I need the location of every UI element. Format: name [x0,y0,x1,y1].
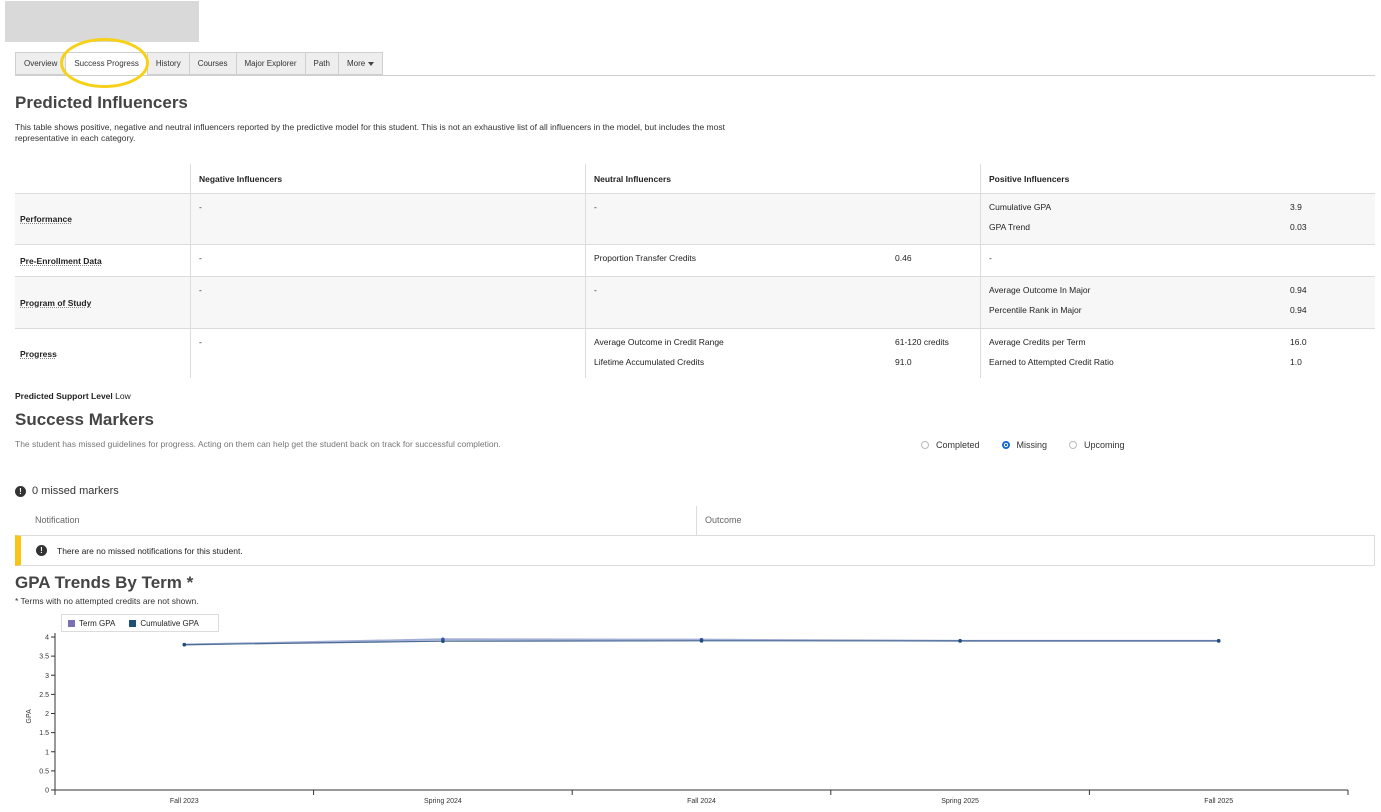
gpa-footnote: * Terms with no attempted credits are no… [15,596,199,606]
category-label: Progress [20,348,57,359]
negative-cell: - [191,194,586,244]
header-blank [15,164,191,193]
radio-icon[interactable] [1069,441,1078,449]
category-performance[interactable]: Performance [15,194,191,244]
y-axis-label: GPA [26,709,33,724]
success-markers-description: The student has missed guidelines for pr… [15,439,501,449]
category-label: Performance [20,214,72,224]
positive-cell: Average Credits per Term 16.0 Earned to A… [989,337,1307,367]
tab-more[interactable]: More [337,52,384,75]
neutral-cell: Proportion Transfer Credits 0.46 [586,245,981,276]
y-tick-label: 3.5 [39,654,49,661]
radio-icon[interactable] [921,441,929,449]
table-row: Pre-Enrollment Data - Proportion Transfe… [15,244,1375,276]
negative-cell: - [191,329,586,378]
support-level-value: Low [115,391,131,401]
y-tick-label: 2 [45,711,49,718]
legend-label: Term GPA [79,618,116,628]
x-tick-label: Fall 2024 [687,798,716,805]
caret-down-icon [368,61,375,66]
filter-label: Missing [1016,440,1048,450]
missed-markers-count: ! 0 missed markers [15,485,119,497]
data-point [958,639,962,643]
legend-label: Cumulative GPA [140,618,199,628]
notification-table-header: Notification Outcome [15,506,1375,535]
gpa-line-chart: 0 0.5 1 1.5 2 2.5 3 3.5 4 GPA Fall 2023 Spring 2024… [26,633,1349,805]
x-tick-label: Fall 2023 [170,798,199,805]
legend-swatch [68,619,75,627]
y-tick-label: 0.5 [39,768,49,775]
alert-icon: ! [36,545,47,556]
category-label: Pre-Enrollment Data [20,255,102,266]
missed-markers-text: 0 missed markers [32,485,119,497]
empty-notification-message: There are no missed notifications for th… [57,545,243,556]
legend-swatch [129,619,137,627]
empty-notification-banner: ! There are no missed notifications for … [15,535,1375,566]
x-tick-label: Spring 2024 [424,798,462,805]
data-point [441,639,445,644]
negative-cell: - [191,277,586,328]
predicted-support-level: Predicted Support Level Low [15,391,131,401]
tab-path[interactable]: Path [304,52,338,75]
highlight-annotation [60,38,149,88]
success-markers-title: Success Markers [15,410,154,429]
tab-divider [15,75,1375,76]
category-label: Program of Study [20,297,92,308]
predicted-influencers-title: Predicted Influencers [15,93,188,112]
tab-more-label: More [346,59,366,68]
tab-history[interactable]: History [146,52,189,75]
filter-label: Upcoming [1084,440,1125,450]
neutral-cell: - [586,194,981,244]
neutral-cell: Average Outcome in Credit Range 61-120 cr… [586,329,981,378]
tab-courses[interactable]: Courses [188,52,236,75]
negative-cell: - [191,245,586,276]
institution-logo [5,1,199,42]
filter-upcoming[interactable]: Upcoming [1069,440,1125,450]
positive-cell: - [989,253,992,263]
table-row: Progress - Average Outcome in Credit Ran… [15,328,1375,378]
category-program-of-study[interactable]: Program of Study [15,277,191,328]
alert-icon: ! [15,485,26,497]
filter-missing[interactable]: Missing [1001,440,1048,450]
chart-legend: Term GPA Cumulative GPA [61,614,219,632]
positive-cell: Average Outcome In Major 0.94 Percentile … [989,285,1307,315]
gpa-trends-title: GPA Trends By Term * [15,573,194,592]
x-tick-label: Spring 2025 [941,798,979,805]
tab-overview[interactable]: Overview [15,52,66,75]
x-tick-label: Fall 2025 [1204,798,1233,805]
data-point [182,642,187,647]
predicted-influencers-description: This table shows positive, negative and … [15,122,725,143]
table-row: Performance - - Cumulative GPA 3.9 GPA Tr… [15,193,1375,244]
legend-item-term-gpa[interactable]: Term GPA [68,619,115,628]
positive-cell: Cumulative GPA 3.9 GPA Trend 0.03 [989,202,1307,232]
neutral-cell: - [586,277,981,328]
header-positive: Positive Influencers [989,174,1070,184]
category-progress[interactable]: Progress [15,329,191,378]
category-pre-enrollment[interactable]: Pre-Enrollment Data [15,245,191,276]
support-level-label: Predicted Support Level [15,391,113,401]
y-tick-label: 0 [45,788,49,795]
y-tick-label: 3 [45,673,49,680]
tab-major-explorer[interactable]: Major Explorer [235,52,305,75]
legend-item-cumulative-gpa[interactable]: Cumulative GPA [129,619,199,628]
header-outcome: Outcome [705,515,742,525]
data-point [699,639,704,643]
header-negative: Negative Influencers [191,164,586,193]
marker-filter-group: Completed Missing Upcoming [921,440,1147,450]
y-tick-label: 2.5 [39,692,49,699]
filter-completed[interactable]: Completed [921,440,980,450]
table-header: Negative Influencers Neutral Influencers… [15,164,1375,193]
header-notification: Notification [15,506,697,535]
y-tick-label: 1.5 [39,730,49,737]
filter-label: Completed [936,440,980,450]
table-row: Program of Study - - Average Outcome In … [15,276,1375,328]
y-tick-label: 4 [45,635,49,642]
influencers-table: Negative Influencers Neutral Influencers… [15,164,1375,378]
radio-selected-icon[interactable] [1001,441,1010,449]
header-neutral: Neutral Influencers [586,164,981,193]
y-tick-label: 1 [45,749,49,756]
data-point [1216,639,1221,643]
